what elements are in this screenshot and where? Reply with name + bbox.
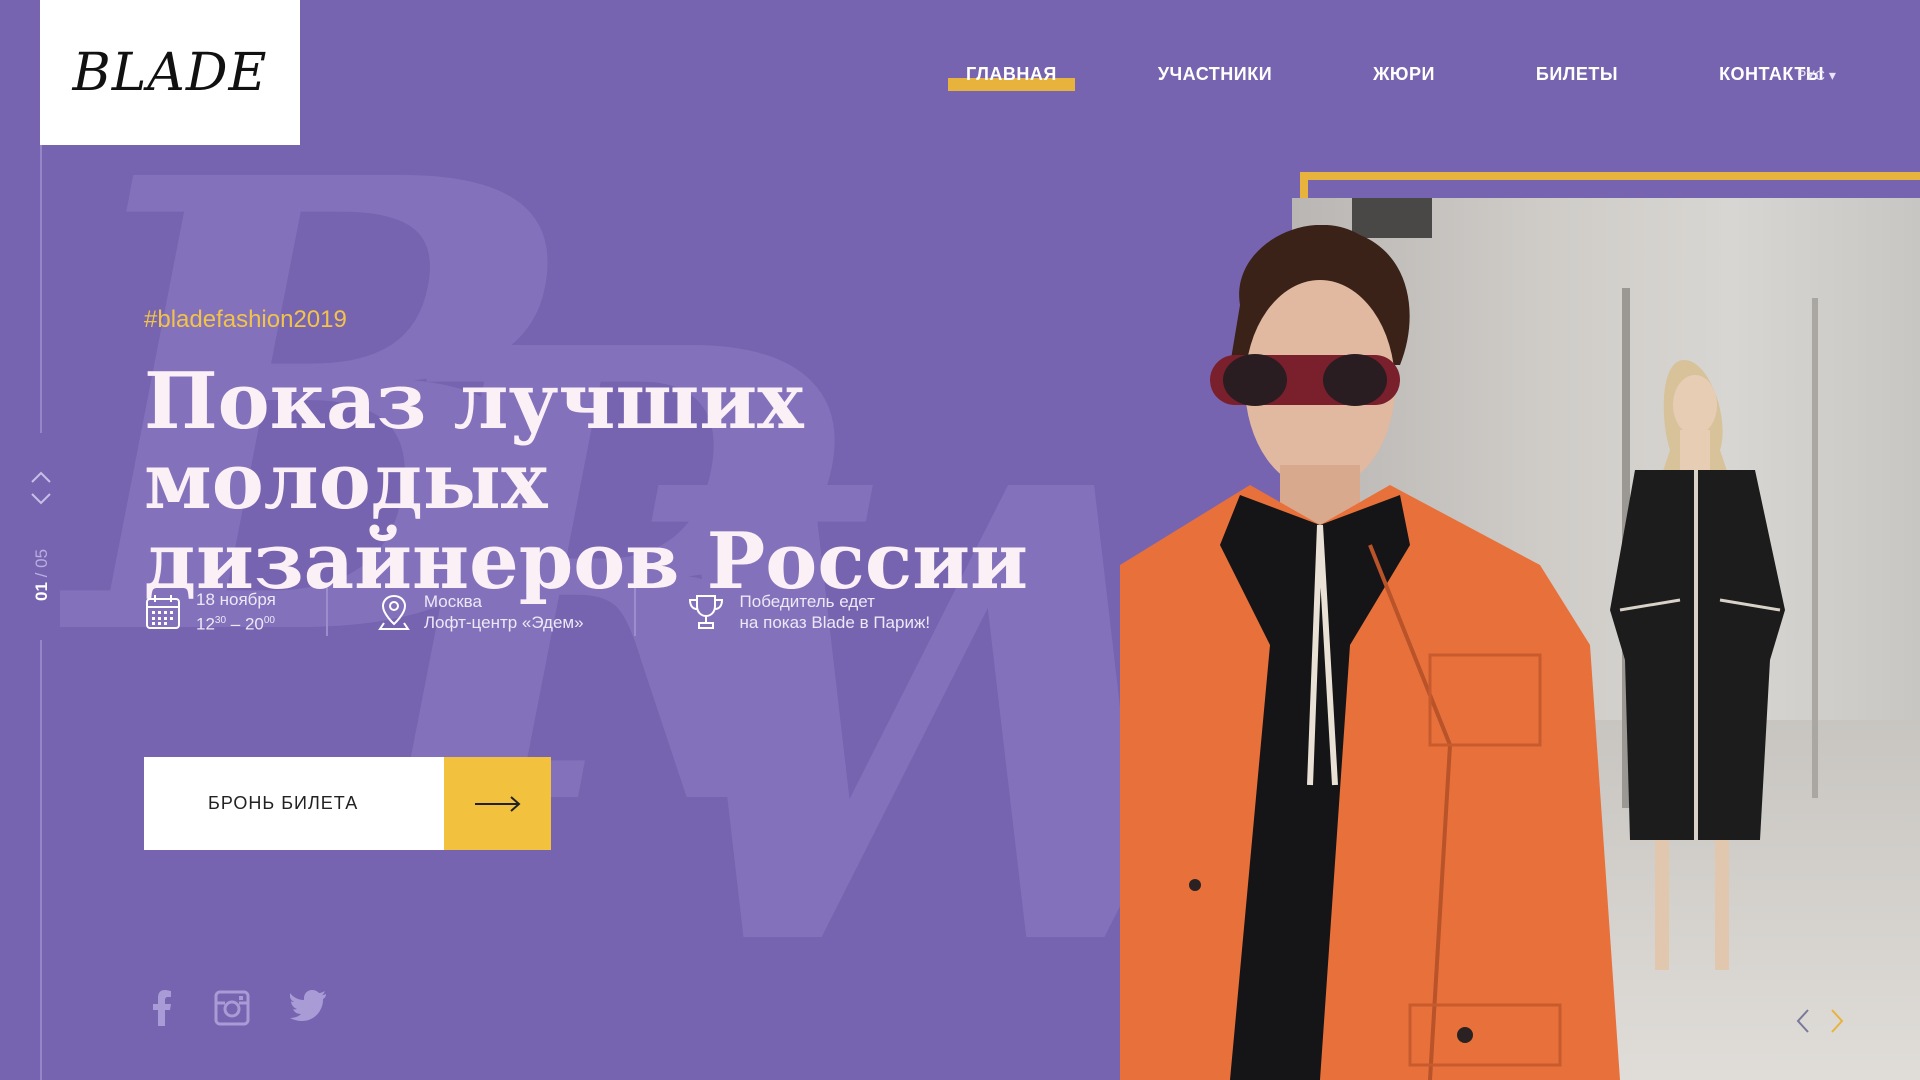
info-date: 18 ноября 1230 – 2000 xyxy=(144,589,276,635)
prize-text: Победитель едет на показ Blade в Париж! xyxy=(740,591,931,633)
info-divider xyxy=(633,588,636,636)
slide-total: 05 xyxy=(32,548,51,568)
chevron-right-icon[interactable] xyxy=(1829,1008,1845,1034)
logo[interactable]: BLADE xyxy=(40,0,300,145)
info-prize: Победитель едет на показ Blade в Париж! xyxy=(686,591,931,633)
arrow-right-icon xyxy=(474,795,521,812)
location-text: Москва Лофт-центр «Эдем» xyxy=(424,591,584,633)
time-start-min: 30 xyxy=(214,615,227,627)
model-orange-suit xyxy=(1120,225,1620,1080)
location-pin-icon xyxy=(378,594,410,630)
info-divider xyxy=(325,588,328,636)
time-dash: – xyxy=(226,614,245,634)
calendar-icon xyxy=(146,595,180,629)
slide-counter: 01 / 05 xyxy=(12,549,72,601)
main-nav: ГЛАВНАЯ УЧАСТНИКИ ЖЮРИ БИЛЕТЫ КОНТАКТЫ xyxy=(948,64,1907,91)
background-pillar xyxy=(1812,298,1818,798)
trophy-icon xyxy=(688,595,723,629)
hero-headline: Показ лучших молодых дизайнеров России xyxy=(144,362,1104,602)
chevron-left-icon[interactable] xyxy=(1795,1008,1811,1034)
date-line-2: 1230 – 2000 xyxy=(196,610,276,635)
prize-line-1: Победитель едет xyxy=(739,592,875,611)
book-ticket-arrow xyxy=(444,757,551,850)
prize-line-2: на показ Blade в Париж! xyxy=(739,613,931,632)
book-ticket-label: БРОНЬ БИЛЕТА xyxy=(144,757,444,850)
hashtag: #bladefashion2019 xyxy=(144,306,347,333)
location-line-2: Лофт-центр «Эдем» xyxy=(423,613,584,632)
book-ticket-button[interactable]: БРОНЬ БИЛЕТА xyxy=(144,757,551,850)
location-line-1: Москва xyxy=(423,592,482,611)
nav-item-participants[interactable]: УЧАСТНИКИ xyxy=(1140,64,1290,85)
nav-item-home[interactable]: ГЛАВНАЯ xyxy=(948,64,1075,91)
slide-arrows-vertical xyxy=(30,470,54,514)
logo-text: BLADE xyxy=(72,42,268,103)
headline-line-1: Показ лучших молодых xyxy=(144,356,804,527)
slide-separator: / xyxy=(32,572,51,578)
facebook-icon[interactable] xyxy=(150,990,174,1031)
twitter-icon[interactable] xyxy=(289,990,328,1031)
time-end-min: 00 xyxy=(263,615,275,627)
social-links xyxy=(150,990,368,1031)
slider-arrows xyxy=(1795,1008,1863,1034)
chevron-up-icon[interactable] xyxy=(30,470,52,484)
event-info: 18 ноября 1230 – 2000 Москва Лофт-центр … xyxy=(144,588,930,636)
chevron-down-icon[interactable] xyxy=(30,492,52,506)
nav-item-tickets[interactable]: БИЛЕТЫ xyxy=(1518,64,1636,85)
language-selector[interactable]: РУС ▾ xyxy=(1797,67,1836,84)
instagram-icon[interactable] xyxy=(214,990,250,1031)
photo-frame-top xyxy=(1300,172,1920,180)
side-line-top xyxy=(40,145,42,433)
nav-item-jury[interactable]: ЖЮРИ xyxy=(1355,64,1453,85)
slide-current: 01 xyxy=(32,582,51,602)
date-text: 18 ноября 1230 – 2000 xyxy=(196,589,276,635)
date-line-1: 18 ноября xyxy=(196,590,276,610)
info-location: Москва Лофт-центр «Эдем» xyxy=(378,591,584,633)
time-start-hour: 12 xyxy=(196,614,215,634)
time-end-hour: 20 xyxy=(244,614,264,634)
side-line-bottom xyxy=(40,640,42,1080)
